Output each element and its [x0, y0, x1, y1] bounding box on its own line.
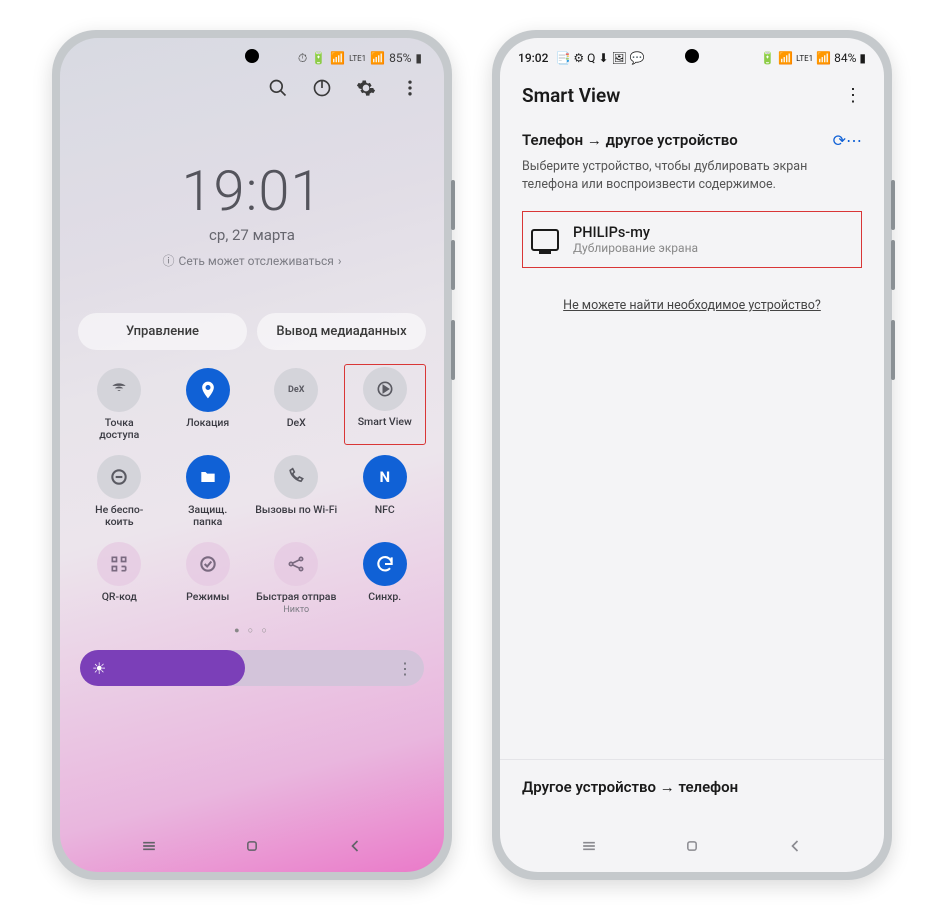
- app-header: Smart View ⋮: [500, 70, 884, 121]
- camera-notch: [685, 49, 699, 63]
- qs-sync[interactable]: Синхр.: [344, 538, 427, 619]
- home-button[interactable]: [242, 836, 262, 860]
- home-button[interactable]: [682, 836, 702, 860]
- clock-block: 19:01 ср, 27 марта ⓘ Сеть может отслежив…: [60, 158, 444, 269]
- section-phone-to-device: Телефон → другое устройство: [522, 131, 738, 149]
- qs-quickshare[interactable]: Быстрая отправ Никто: [255, 538, 338, 619]
- tv-icon: [531, 229, 559, 251]
- misc-icon: Q: [587, 51, 595, 65]
- brightness-slider[interactable]: ☀ ⋮: [80, 650, 424, 686]
- power-btn[interactable]: [891, 320, 895, 380]
- media-output-pill[interactable]: Вывод медиаданных: [257, 313, 426, 350]
- battery-shape-icon: ▮: [859, 51, 866, 65]
- volume-up-btn[interactable]: [891, 180, 895, 230]
- quick-panel-actions: [60, 70, 444, 102]
- volume-up-btn[interactable]: [451, 180, 455, 230]
- phone-left: ⏱ 🔋 📶 LTE1 📶 85% ▮ 19:01 ср, 27 марта ⓘ …: [52, 30, 452, 880]
- device-subtitle: Дублирование экрана: [573, 241, 698, 255]
- signal-icon: 📶: [370, 51, 385, 65]
- recents-button[interactable]: [139, 836, 159, 860]
- qs-dnd[interactable]: Не беспо- коить: [78, 451, 161, 532]
- control-pill[interactable]: Управление: [78, 313, 247, 350]
- clock-date: ср, 27 марта: [60, 226, 444, 244]
- qs-qrcode[interactable]: QR-код: [78, 538, 161, 619]
- network-monitor-info[interactable]: ⓘ Сеть может отслеживаться ›: [60, 252, 444, 269]
- battery-icon: 🔋: [760, 51, 775, 65]
- volume-down-btn[interactable]: [451, 240, 455, 290]
- quick-settings-grid: Точка доступа Локация DeX DeX Smart View…: [60, 350, 444, 623]
- notif-icon: 📑: [555, 51, 570, 65]
- wifi-icon: 📶: [778, 51, 793, 65]
- recents-button[interactable]: [579, 836, 599, 860]
- qs-smartview[interactable]: Smart View: [344, 364, 427, 445]
- gear-icon[interactable]: [356, 78, 376, 102]
- more-icon[interactable]: [400, 78, 420, 102]
- qs-dex[interactable]: DeX DeX: [255, 364, 338, 445]
- more-icon[interactable]: ⋮: [397, 659, 413, 678]
- qs-modes[interactable]: Режимы: [167, 538, 250, 619]
- battery-percent: 84%: [834, 51, 856, 65]
- chevron-right-icon: ›: [338, 254, 342, 268]
- status-time: 19:02: [518, 51, 548, 65]
- sun-icon: ☀: [92, 659, 106, 678]
- gear-small-icon: ⚙: [573, 51, 584, 65]
- back-button[interactable]: [785, 836, 805, 860]
- lte-label: LTE1: [796, 54, 813, 63]
- info-icon: ⓘ: [163, 252, 175, 269]
- section-description: Выберите устройство, чтобы дублировать э…: [522, 158, 862, 193]
- device-name: PHILIPs-my: [573, 224, 698, 241]
- signal-icon: 📶: [816, 51, 831, 65]
- lte-label: LTE1: [349, 54, 366, 63]
- power-btn[interactable]: [451, 320, 455, 380]
- page-title: Smart View: [522, 84, 620, 107]
- search-icon[interactable]: [268, 78, 288, 102]
- qs-nfc[interactable]: N NFC: [344, 451, 427, 532]
- battery-shape-icon: ▮: [415, 51, 422, 65]
- battery-percent: 85%: [389, 51, 411, 65]
- qs-wifi-calling[interactable]: Вызовы по Wi-Fi: [255, 451, 338, 532]
- battery-icon: 🔋: [311, 51, 326, 65]
- section-device-to-phone[interactable]: Другое устройство → телефон: [500, 759, 884, 814]
- clock-time: 19:01: [60, 158, 444, 224]
- back-button[interactable]: [345, 836, 365, 860]
- qs-secure-folder[interactable]: Защищ. папка: [167, 451, 250, 532]
- qs-location[interactable]: Локация: [167, 364, 250, 445]
- refresh-icon[interactable]: ⟳⋯: [833, 131, 862, 150]
- nav-bar: [60, 836, 444, 860]
- volume-down-btn[interactable]: [891, 240, 895, 290]
- cant-find-link[interactable]: Не можете найти необходимое устройство?: [522, 298, 862, 313]
- image-icon: 🖼: [612, 51, 627, 65]
- page-indicator: ● ○ ○: [60, 625, 444, 636]
- power-icon[interactable]: [312, 78, 332, 102]
- device-item-philips[interactable]: PHILIPs-my Дублирование экрана: [522, 211, 862, 268]
- chat-icon: 💬: [630, 51, 645, 65]
- wifi-icon: 📶: [330, 51, 345, 65]
- qs-hotspot[interactable]: Точка доступа: [78, 364, 161, 445]
- alarm-icon: ⏱: [298, 51, 307, 66]
- download-icon: ⬇: [598, 51, 608, 65]
- camera-notch: [245, 49, 259, 63]
- phone-right: 19:02 📑 ⚙ Q ⬇ 🖼 💬 🔋 📶 LTE1 📶 84% ▮ Smart…: [492, 30, 892, 880]
- more-icon[interactable]: ⋮: [844, 85, 862, 106]
- nav-bar: [500, 836, 884, 860]
